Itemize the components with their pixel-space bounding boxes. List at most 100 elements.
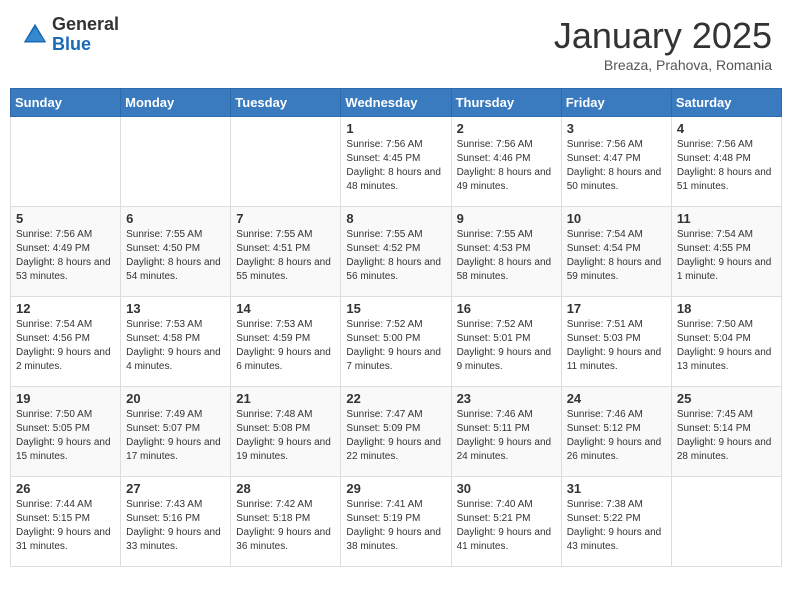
day-info: Sunrise: 7:53 AM Sunset: 4:59 PM Dayligh…	[236, 318, 335, 374]
calendar-day-cell: 24 Sunrise: 7:46 AM Sunset: 5:12 PM Dayli…	[561, 387, 671, 477]
day-number: 17	[567, 301, 666, 316]
day-number: 19	[16, 391, 115, 406]
day-info: Sunrise: 7:56 AM Sunset: 4:46 PM Dayligh…	[457, 138, 556, 194]
day-info: Sunrise: 7:49 AM Sunset: 5:07 PM Dayligh…	[126, 408, 225, 464]
calendar-day-cell: 25Sunrise: 7:45 AM Sunset: 5:14 PM Dayli…	[671, 387, 781, 477]
day-number: 14	[236, 301, 335, 316]
page-header: General Blue January 2025 Breaza, Prahov…	[10, 10, 782, 78]
day-number: 8	[346, 211, 445, 226]
day-info: Sunrise: 7:46 AM Sunset: 5:11 PM Dayligh…	[457, 408, 556, 464]
logo-general-text: General	[52, 15, 119, 35]
logo-text: General Blue	[52, 15, 119, 55]
day-number: 18	[677, 301, 776, 316]
weekday-header: Friday	[561, 89, 671, 117]
calendar-day-cell: 30 Sunrise: 7:40 AM Sunset: 5:21 PM Dayli…	[451, 477, 561, 567]
calendar-day-cell: 31 Sunrise: 7:38 AM Sunset: 5:22 PM Dayli…	[561, 477, 671, 567]
day-number: 1	[346, 121, 445, 136]
day-info: Sunrise: 7:48 AM Sunset: 5:08 PM Dayligh…	[236, 408, 335, 464]
calendar-day-cell	[231, 117, 341, 207]
day-info: Sunrise: 7:55 AM Sunset: 4:51 PM Dayligh…	[236, 228, 335, 284]
weekday-header: Sunday	[11, 89, 121, 117]
day-info: Sunrise: 7:56 AM Sunset: 4:45 PM Dayligh…	[346, 138, 445, 194]
calendar-day-cell: 10 Sunrise: 7:54 AM Sunset: 4:54 PM Dayli…	[561, 207, 671, 297]
day-info: Sunrise: 7:38 AM Sunset: 5:22 PM Dayligh…	[567, 498, 666, 554]
day-number: 27	[126, 481, 225, 496]
title-section: January 2025 Breaza, Prahova, Romania	[554, 15, 772, 73]
calendar-day-cell: 11Sunrise: 7:54 AM Sunset: 4:55 PM Dayli…	[671, 207, 781, 297]
calendar-day-cell: 9Sunrise: 7:55 AM Sunset: 4:53 PM Daylig…	[451, 207, 561, 297]
day-number: 12	[16, 301, 115, 316]
day-info: Sunrise: 7:54 AM Sunset: 4:56 PM Dayligh…	[16, 318, 115, 374]
calendar-day-cell: 7Sunrise: 7:55 AM Sunset: 4:51 PM Daylig…	[231, 207, 341, 297]
calendar-day-cell: 17 Sunrise: 7:51 AM Sunset: 5:03 PM Dayli…	[561, 297, 671, 387]
calendar-day-cell: 16 Sunrise: 7:52 AM Sunset: 5:01 PM Dayli…	[451, 297, 561, 387]
location-text: Breaza, Prahova, Romania	[554, 57, 772, 73]
day-info: Sunrise: 7:41 AM Sunset: 5:19 PM Dayligh…	[346, 498, 445, 554]
day-number: 21	[236, 391, 335, 406]
logo-blue-text: Blue	[52, 35, 119, 55]
calendar-day-cell: 4Sunrise: 7:56 AM Sunset: 4:48 PM Daylig…	[671, 117, 781, 207]
day-number: 23	[457, 391, 556, 406]
day-info: Sunrise: 7:55 AM Sunset: 4:53 PM Dayligh…	[457, 228, 556, 284]
calendar-day-cell: 2 Sunrise: 7:56 AM Sunset: 4:46 PM Daylig…	[451, 117, 561, 207]
calendar-day-cell: 21 Sunrise: 7:48 AM Sunset: 5:08 PM Dayli…	[231, 387, 341, 477]
calendar-week-row: 19Sunrise: 7:50 AM Sunset: 5:05 PM Dayli…	[11, 387, 782, 477]
calendar-day-cell	[11, 117, 121, 207]
day-number: 24	[567, 391, 666, 406]
day-number: 3	[567, 121, 666, 136]
weekday-header: Tuesday	[231, 89, 341, 117]
day-number: 29	[346, 481, 445, 496]
day-number: 10	[567, 211, 666, 226]
calendar-day-cell	[671, 477, 781, 567]
calendar-day-cell: 14 Sunrise: 7:53 AM Sunset: 4:59 PM Dayli…	[231, 297, 341, 387]
day-info: Sunrise: 7:47 AM Sunset: 5:09 PM Dayligh…	[346, 408, 445, 464]
day-number: 20	[126, 391, 225, 406]
day-info: Sunrise: 7:45 AM Sunset: 5:14 PM Dayligh…	[677, 408, 776, 464]
weekday-header: Wednesday	[341, 89, 451, 117]
day-info: Sunrise: 7:53 AM Sunset: 4:58 PM Dayligh…	[126, 318, 225, 374]
day-number: 13	[126, 301, 225, 316]
day-info: Sunrise: 7:54 AM Sunset: 4:54 PM Dayligh…	[567, 228, 666, 284]
calendar-day-cell: 29 Sunrise: 7:41 AM Sunset: 5:19 PM Dayli…	[341, 477, 451, 567]
day-info: Sunrise: 7:46 AM Sunset: 5:12 PM Dayligh…	[567, 408, 666, 464]
day-number: 22	[346, 391, 445, 406]
calendar-day-cell: 5Sunrise: 7:56 AM Sunset: 4:49 PM Daylig…	[11, 207, 121, 297]
day-number: 2	[457, 121, 556, 136]
calendar-day-cell: 15 Sunrise: 7:52 AM Sunset: 5:00 PM Dayli…	[341, 297, 451, 387]
day-number: 30	[457, 481, 556, 496]
calendar-day-cell: 12 Sunrise: 7:54 AM Sunset: 4:56 PM Dayli…	[11, 297, 121, 387]
calendar-header-row: SundayMondayTuesdayWednesdayThursdayFrid…	[11, 89, 782, 117]
day-info: Sunrise: 7:56 AM Sunset: 4:47 PM Dayligh…	[567, 138, 666, 194]
calendar-day-cell: 18 Sunrise: 7:50 AM Sunset: 5:04 PM Dayli…	[671, 297, 781, 387]
day-number: 15	[346, 301, 445, 316]
calendar-day-cell: 26Sunrise: 7:44 AM Sunset: 5:15 PM Dayli…	[11, 477, 121, 567]
day-number: 5	[16, 211, 115, 226]
day-info: Sunrise: 7:51 AM Sunset: 5:03 PM Dayligh…	[567, 318, 666, 374]
calendar-day-cell: 23 Sunrise: 7:46 AM Sunset: 5:11 PM Dayli…	[451, 387, 561, 477]
day-info: Sunrise: 7:40 AM Sunset: 5:21 PM Dayligh…	[457, 498, 556, 554]
calendar-day-cell: 22 Sunrise: 7:47 AM Sunset: 5:09 PM Dayli…	[341, 387, 451, 477]
calendar-day-cell: 8 Sunrise: 7:55 AM Sunset: 4:52 PM Daylig…	[341, 207, 451, 297]
day-info: Sunrise: 7:52 AM Sunset: 5:00 PM Dayligh…	[346, 318, 445, 374]
day-number: 16	[457, 301, 556, 316]
calendar-week-row: 12 Sunrise: 7:54 AM Sunset: 4:56 PM Dayli…	[11, 297, 782, 387]
calendar-day-cell: 3 Sunrise: 7:56 AM Sunset: 4:47 PM Daylig…	[561, 117, 671, 207]
day-info: Sunrise: 7:43 AM Sunset: 5:16 PM Dayligh…	[126, 498, 225, 554]
weekday-header: Thursday	[451, 89, 561, 117]
calendar-week-row: 26Sunrise: 7:44 AM Sunset: 5:15 PM Dayli…	[11, 477, 782, 567]
day-info: Sunrise: 7:50 AM Sunset: 5:04 PM Dayligh…	[677, 318, 776, 374]
day-info: Sunrise: 7:44 AM Sunset: 5:15 PM Dayligh…	[16, 498, 115, 554]
day-number: 6	[126, 211, 225, 226]
calendar-week-row: 1 Sunrise: 7:56 AM Sunset: 4:45 PM Daylig…	[11, 117, 782, 207]
day-info: Sunrise: 7:56 AM Sunset: 4:48 PM Dayligh…	[677, 138, 776, 194]
day-info: Sunrise: 7:42 AM Sunset: 5:18 PM Dayligh…	[236, 498, 335, 554]
day-number: 31	[567, 481, 666, 496]
day-info: Sunrise: 7:55 AM Sunset: 4:52 PM Dayligh…	[346, 228, 445, 284]
calendar-day-cell: 1 Sunrise: 7:56 AM Sunset: 4:45 PM Daylig…	[341, 117, 451, 207]
day-info: Sunrise: 7:55 AM Sunset: 4:50 PM Dayligh…	[126, 228, 225, 284]
month-title: January 2025	[554, 15, 772, 57]
day-info: Sunrise: 7:52 AM Sunset: 5:01 PM Dayligh…	[457, 318, 556, 374]
calendar-day-cell: 6 Sunrise: 7:55 AM Sunset: 4:50 PM Daylig…	[121, 207, 231, 297]
calendar-table: SundayMondayTuesdayWednesdayThursdayFrid…	[10, 88, 782, 567]
calendar-day-cell: 27 Sunrise: 7:43 AM Sunset: 5:16 PM Dayli…	[121, 477, 231, 567]
